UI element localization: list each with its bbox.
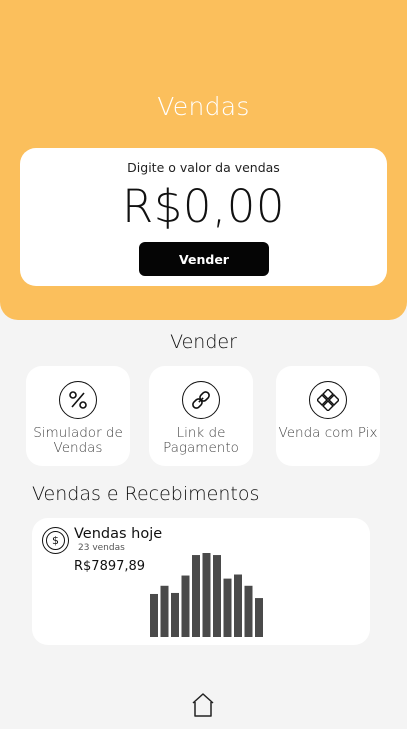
value-card: Digite o valor da vendas R$0,00 Vender — [20, 148, 387, 286]
sales-count: 23 vendas — [78, 543, 125, 553]
chart-bar — [234, 574, 242, 637]
chart-bar — [171, 592, 179, 637]
dollar-icon: $ — [42, 527, 69, 554]
chart-bar — [192, 555, 200, 637]
payment-link-card[interactable]: Link de Pagamento — [149, 366, 253, 466]
chart-bar — [181, 575, 190, 637]
chart-bar — [244, 585, 253, 637]
link-icon — [182, 381, 220, 419]
amount-input[interactable]: R$0,00 — [20, 180, 387, 233]
percent-icon — [59, 381, 97, 419]
chart-bar — [223, 578, 232, 637]
header: Vendas Digite o valor da vendas R$0,00 V… — [0, 0, 407, 320]
sales-today-card[interactable]: $ Vendas hoje 23 vendas R$7897,89 — [32, 518, 370, 645]
chart-bar — [213, 555, 221, 637]
value-label: Digite o valor da vendas — [127, 160, 280, 175]
simulator-label: Simulador de Vendas — [33, 425, 123, 456]
pix-label: Venda com Pix — [278, 425, 378, 441]
home-icon[interactable] — [191, 692, 215, 718]
sell-section-title: Vender — [170, 331, 237, 353]
chart-bar — [160, 585, 169, 637]
pix-card[interactable]: Venda com Pix — [276, 366, 380, 466]
chart-bar — [255, 598, 263, 637]
sales-amount: R$7897,89 — [74, 559, 146, 574]
sell-button[interactable]: Vender — [139, 242, 269, 276]
sales-bar-chart — [150, 553, 263, 637]
payment-link-label: Link de Pagamento — [163, 425, 239, 456]
sales-section-title: Vendas e Recebimentos — [32, 483, 260, 505]
simulator-card[interactable]: Simulador de Vendas — [26, 366, 130, 466]
page-title: Vendas — [157, 92, 250, 121]
chart-bar — [202, 553, 211, 637]
pix-icon — [309, 381, 347, 419]
chart-bar — [150, 593, 158, 637]
sales-today-title: Vendas hoje — [74, 526, 163, 542]
